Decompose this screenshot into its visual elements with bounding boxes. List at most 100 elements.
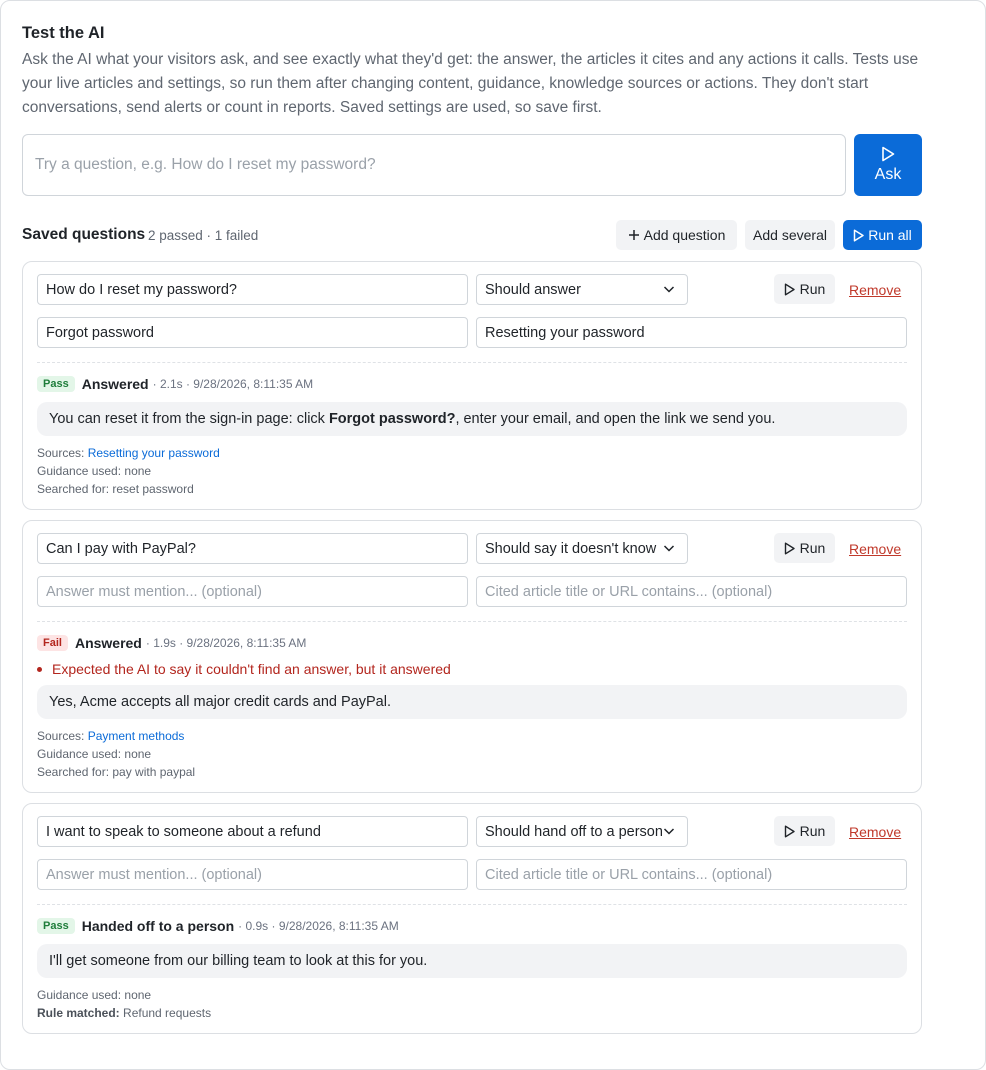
cited-article-input[interactable]	[476, 576, 907, 607]
sources-prefix: Sources:	[37, 729, 88, 743]
chevron-down-icon	[663, 286, 675, 293]
guidance-prefix: Guidance used:	[37, 464, 125, 478]
ai-answer: You can reset it from the sign-in page: …	[37, 402, 907, 436]
rule-prefix: Rule matched:	[37, 1006, 120, 1020]
expectation-select[interactable]: Should hand off to a person	[476, 816, 688, 847]
rule-value: Refund requests	[123, 1006, 212, 1020]
ai-answer: Yes, Acme accepts all major credit cards…	[37, 685, 907, 719]
panel-content: Test the AI Ask the AI what your visitor…	[22, 23, 922, 1034]
cited-article-input[interactable]	[476, 859, 907, 890]
result-meta: · 2.1s · 9/28/2026, 8:11:35 AM	[152, 377, 314, 391]
result-meta: · 1.9s · 9/28/2026, 8:11:35 AM	[145, 636, 307, 650]
run-all-label: Run all	[868, 227, 912, 243]
remove-question-link[interactable]: Remove	[849, 541, 901, 557]
cited-article-input[interactable]	[476, 317, 907, 348]
question-input[interactable]	[37, 533, 468, 564]
sources-line: Sources: Payment methods	[37, 727, 184, 745]
result-meta: · 0.9s · 9/28/2026, 8:11:35 AM	[238, 919, 399, 933]
page-title: Test the AI	[22, 24, 105, 42]
expectation-value: Should answer	[485, 281, 581, 298]
expectation-select[interactable]: Should answer	[476, 274, 688, 305]
result-divider	[37, 904, 907, 905]
remove-question-link[interactable]: Remove	[849, 282, 901, 298]
searched-value: reset password	[112, 482, 194, 496]
play-icon	[784, 542, 795, 554]
ask-row: Ask	[22, 134, 922, 196]
guidance-value: none	[124, 988, 152, 1002]
run-label: Run	[799, 540, 826, 556]
ask-button-label: Ask	[874, 166, 902, 183]
result-status: Pass Answered · 2.1s · 9/28/2026, 8:11:3…	[37, 375, 313, 393]
searched-line: Searched for: reset password	[37, 480, 194, 498]
question-input[interactable]	[37, 274, 468, 305]
answer-text: Yes, Acme accepts all major credit cards…	[49, 694, 391, 710]
expectation-value: Should hand off to a person	[485, 823, 663, 840]
run-question-button[interactable]: Run	[774, 816, 835, 846]
searched-value: pay with paypal	[112, 765, 196, 779]
status-badge: Pass	[37, 376, 75, 392]
play-icon	[882, 146, 895, 162]
answer-mention-input[interactable]	[37, 859, 468, 890]
expectation-select[interactable]: Should say it doesn't know	[476, 533, 688, 564]
ask-question-input[interactable]	[22, 134, 846, 196]
run-all-button[interactable]: Run all	[843, 220, 922, 250]
run-label: Run	[799, 281, 826, 297]
run-question-button[interactable]: Run	[774, 274, 835, 304]
answer-text: I'll get someone from our billing team t…	[49, 953, 428, 969]
run-question-button[interactable]: Run	[774, 533, 835, 563]
add-several-label: Add several	[753, 227, 827, 243]
saved-questions-title: Saved questions	[22, 226, 146, 243]
sources-prefix: Sources:	[37, 446, 88, 460]
searched-line: Searched for: pay with paypal	[37, 763, 195, 781]
answer-text-bold: Forgot password?	[328, 411, 456, 427]
result-divider	[37, 621, 907, 622]
run-label: Run	[799, 823, 826, 839]
guidance-line: Guidance used: none	[37, 986, 151, 1004]
chevron-down-icon	[663, 826, 675, 836]
rule-line: Rule matched: Refund requests	[37, 1004, 211, 1022]
test-ai-panel: Test the AI Ask the AI what your visitor…	[0, 0, 986, 1070]
saved-questions-summary: 2 passed · 1 failed	[148, 228, 259, 243]
guidance-prefix: Guidance used:	[37, 988, 125, 1002]
saved-question-card: Should hand off to a person Run Remove P…	[22, 803, 922, 1034]
failure-reason-text: Expected the AI to say it couldn't find …	[52, 661, 451, 677]
result-divider	[37, 362, 907, 363]
play-icon	[853, 228, 864, 242]
guidance-line: Guidance used: none	[37, 462, 151, 480]
result-status: Pass Handed off to a person · 0.9s · 9/2…	[37, 917, 399, 935]
add-question-button[interactable]: Add question	[616, 220, 737, 250]
source-link[interactable]: Payment methods	[88, 729, 185, 743]
guidance-line: Guidance used: none	[37, 745, 151, 763]
status-badge: Fail	[37, 635, 68, 651]
guidance-prefix: Guidance used:	[37, 747, 125, 761]
page-description: Ask the AI what your visitors ask, and s…	[22, 51, 919, 116]
searched-prefix: Searched for:	[37, 765, 113, 779]
failure-reason: Expected the AI to say it couldn't find …	[37, 661, 451, 677]
saved-question-card: Should say it doesn't know Run Remove Fa…	[22, 520, 922, 793]
saved-question-card: Should answer Run Remove Pass Answered ·…	[22, 261, 922, 510]
result-outcome: Answered	[81, 376, 149, 392]
result-outcome: Handed off to a person	[81, 918, 235, 934]
sources-line: Sources: Resetting your password	[37, 444, 220, 462]
ask-button[interactable]: Ask	[854, 134, 922, 196]
searched-prefix: Searched for:	[37, 482, 113, 496]
answer-text-before: You can reset it from the sign-in page: …	[49, 411, 329, 427]
chevron-down-icon	[663, 545, 675, 552]
answer-mention-input[interactable]	[37, 317, 468, 348]
ai-answer: I'll get someone from our billing team t…	[37, 944, 907, 978]
result-outcome: Answered	[74, 635, 142, 651]
add-several-button[interactable]: Add several	[745, 220, 835, 250]
play-icon	[784, 825, 795, 837]
guidance-value: none	[124, 464, 152, 478]
saved-questions-header: Saved questions 2 passed · 1 failed Add …	[22, 220, 922, 250]
add-question-label: Add question	[643, 227, 726, 243]
source-link[interactable]: Resetting your password	[88, 446, 220, 460]
plus-icon	[628, 230, 639, 240]
answer-text-after: , enter your email, and open the link we…	[455, 411, 776, 427]
remove-question-link[interactable]: Remove	[849, 824, 901, 840]
question-input[interactable]	[37, 816, 468, 847]
result-status: Fail Answered · 1.9s · 9/28/2026, 8:11:3…	[37, 634, 306, 652]
answer-mention-input[interactable]	[37, 576, 468, 607]
expectation-value: Should say it doesn't know	[485, 540, 657, 557]
bullet-icon	[37, 666, 42, 672]
